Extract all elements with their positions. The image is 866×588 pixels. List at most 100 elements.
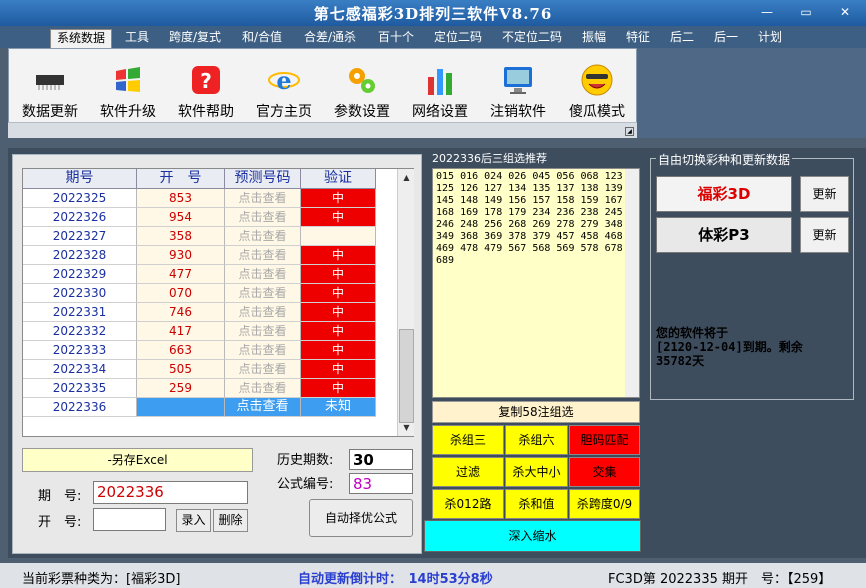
monitor-icon <box>501 63 535 97</box>
recommend-scrollbar[interactable] <box>625 169 639 397</box>
toolbar-label: 软件升级 <box>100 104 156 120</box>
scroll-down-icon[interactable]: ▼ <box>399 420 414 435</box>
cell-issue: 2022334 <box>23 360 137 379</box>
col-header-issue[interactable]: 期号 <box>23 169 137 189</box>
scroll-thumb[interactable] <box>399 329 414 423</box>
cell-ver <box>301 227 376 246</box>
status-last-draw: FC3D第 2022335 期开 号：【259】 <box>608 572 832 587</box>
save-excel-button[interactable]: -另存Excel <box>22 448 253 472</box>
cell-open: 477 <box>137 265 225 284</box>
expire-line-1: 您的软件将于 <box>656 326 729 340</box>
delete-button[interactable]: 删除 <box>213 509 248 532</box>
cell-issue: 2022325 <box>23 189 137 208</box>
svg-text:e: e <box>276 66 291 95</box>
toolbar-button-2[interactable]: ? 软件帮助 <box>169 53 243 131</box>
history-grid: 期号 开 号 预测号码 验证 2022325 853 点击查看中 2022326 954… <box>22 168 414 437</box>
formula-field[interactable]: 83 <box>349 473 413 494</box>
toolbar-button-7[interactable]: 傻瓜模式 <box>560 53 634 131</box>
history-label: 历史期数: <box>277 453 334 468</box>
update-fc3d-button[interactable]: 更新 <box>800 176 849 212</box>
cell-ver: 中 <box>301 265 376 284</box>
menu-item-1[interactable]: 工具 <box>119 29 155 48</box>
cell-issue: 2022332 <box>23 322 137 341</box>
menu-item-4[interactable]: 合差/通杀 <box>298 29 362 48</box>
cell-pred[interactable]: 点击查看 <box>225 208 301 227</box>
col-header-open[interactable]: 开 号 <box>137 169 225 189</box>
menu-item-9[interactable]: 特征 <box>620 29 656 48</box>
cell-pred[interactable]: 点击查看 <box>225 303 301 322</box>
recommend-numbers[interactable]: 015 016 024 026 045 056 068 123 125 126 … <box>432 168 640 398</box>
col-header-pred[interactable]: 预测号码 <box>225 169 301 189</box>
cell-ver: 中 <box>301 208 376 227</box>
cell-pred[interactable]: 点击查看 <box>225 227 301 246</box>
filter-button-0[interactable]: 杀组三 <box>432 425 504 455</box>
toolbar-button-6[interactable]: 注销软件 <box>481 53 555 131</box>
cell-pred[interactable]: 点击查看 <box>225 265 301 284</box>
cell-pred[interactable]: 点击查看 <box>225 398 301 417</box>
menu-item-0[interactable]: 系统数据 <box>50 29 113 48</box>
cell-pred[interactable]: 点击查看 <box>225 379 301 398</box>
toolbar-button-0[interactable]: 数据更新 <box>13 53 87 131</box>
cell-open: 070 <box>137 284 225 303</box>
cell-open: 663 <box>137 341 225 360</box>
lottery-p3-button[interactable]: 体彩P3 <box>656 217 792 253</box>
expire-line-3: 35782天 <box>656 354 705 368</box>
cell-pred[interactable]: 点击查看 <box>225 246 301 265</box>
issue-field[interactable]: 2022336 <box>93 481 248 504</box>
scroll-up-icon[interactable]: ▲ <box>399 170 414 185</box>
filter-button-7[interactable]: 杀和值 <box>505 489 568 519</box>
chip-icon <box>33 63 67 97</box>
filter-button-4[interactable]: 杀大中小 <box>505 457 568 487</box>
cell-open <box>137 398 225 417</box>
gears-icon <box>345 63 379 97</box>
toolbar-button-3[interactable]: e 官方主页 <box>247 53 321 131</box>
zoom-button[interactable]: 深入缩水 <box>424 520 641 552</box>
menu-item-11[interactable]: 后一 <box>708 29 744 48</box>
toolbar-button-5[interactable]: 网络设置 <box>403 53 477 131</box>
lottery-fc3d-button[interactable]: 福彩3D <box>656 176 792 212</box>
toolbar-grip-icon[interactable]: ◢ <box>625 127 634 136</box>
filter-button-2[interactable]: 胆码匹配 <box>569 425 640 455</box>
toolbar-button-4[interactable]: 参数设置 <box>325 53 399 131</box>
filter-button-5[interactable]: 交集 <box>569 457 640 487</box>
cell-issue: 2022336 <box>23 398 137 417</box>
cell-pred[interactable]: 点击查看 <box>225 284 301 303</box>
cell-ver: 中 <box>301 379 376 398</box>
open-field[interactable] <box>93 508 166 531</box>
filter-button-8[interactable]: 杀跨度0/9 <box>569 489 640 519</box>
cell-issue: 2022333 <box>23 341 137 360</box>
menu-item-8[interactable]: 振幅 <box>576 29 612 48</box>
enter-button[interactable]: 录入 <box>176 509 211 532</box>
history-field[interactable]: 30 <box>349 449 413 470</box>
cell-pred[interactable]: 点击查看 <box>225 189 301 208</box>
cell-pred[interactable]: 点击查看 <box>225 322 301 341</box>
help-icon: ? <box>189 63 223 97</box>
toolbar-button-1[interactable]: 软件升级 <box>91 53 165 131</box>
col-header-verify[interactable]: 验证 <box>301 169 376 189</box>
copy-button[interactable]: 复制58注组选 <box>432 401 640 423</box>
filter-button-1[interactable]: 杀组六 <box>505 425 568 455</box>
toolbar-label: 参数设置 <box>334 104 390 120</box>
minimize-button[interactable]: — <box>754 3 780 21</box>
cell-pred[interactable]: 点击查看 <box>225 360 301 379</box>
filter-button-3[interactable]: 过滤 <box>432 457 504 487</box>
cell-open: 853 <box>137 189 225 208</box>
menu-item-12[interactable]: 计划 <box>752 29 788 48</box>
auto-formula-button[interactable]: 自动择优公式 <box>309 499 413 537</box>
cell-issue: 2022335 <box>23 379 137 398</box>
filter-button-6[interactable]: 杀012路 <box>432 489 504 519</box>
menu-item-3[interactable]: 和/合值 <box>236 29 288 48</box>
maximize-button[interactable]: ▭ <box>793 3 819 21</box>
menu-item-5[interactable]: 百十个 <box>372 29 420 48</box>
status-lottery: 当前彩票种类为：[福彩3D] <box>22 572 181 587</box>
update-p3-button[interactable]: 更新 <box>800 217 849 253</box>
menu-item-10[interactable]: 后二 <box>664 29 700 48</box>
menu-item-2[interactable]: 跨度/复式 <box>163 29 227 48</box>
grid-scrollbar[interactable]: ▲ ▼ <box>397 169 414 436</box>
cell-pred[interactable]: 点击查看 <box>225 341 301 360</box>
menu-item-7[interactable]: 不定位二码 <box>496 29 568 48</box>
menu-item-6[interactable]: 定位二码 <box>428 29 488 48</box>
close-button[interactable]: ✕ <box>832 3 858 21</box>
cell-open: 358 <box>137 227 225 246</box>
toolbar-trail <box>637 48 866 138</box>
